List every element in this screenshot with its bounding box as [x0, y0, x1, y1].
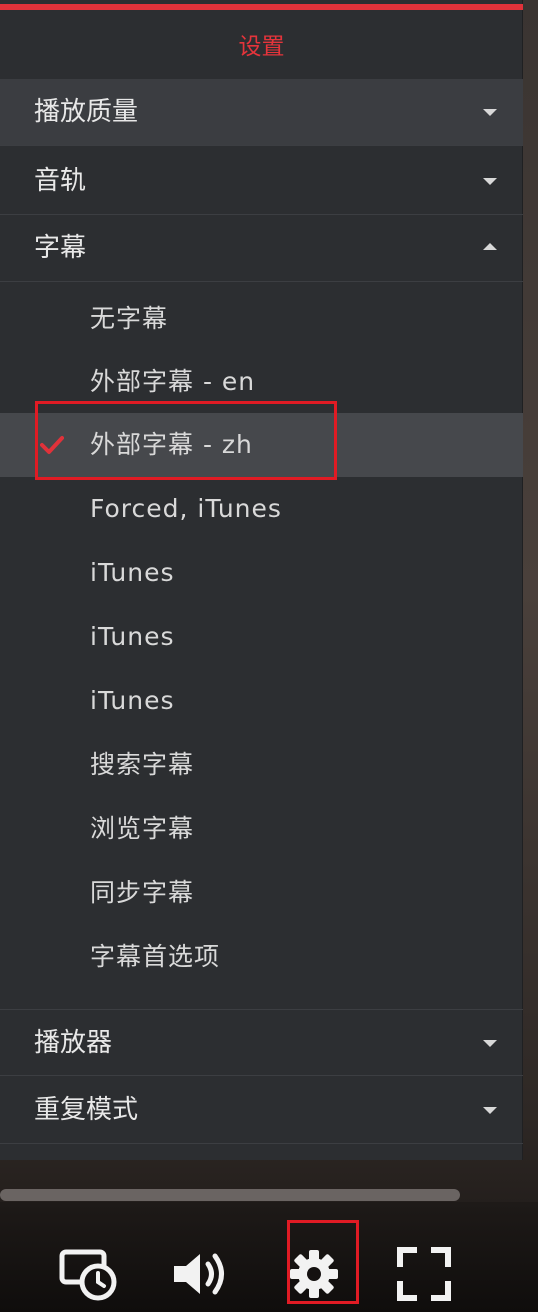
menu-item-label: 播放器: [34, 1028, 113, 1058]
cast-timer-icon[interactable]: [58, 1244, 118, 1304]
menu-item-player[interactable]: 播放器: [0, 1009, 523, 1076]
volume-icon[interactable]: [170, 1244, 230, 1304]
chevron-down-icon: [483, 109, 497, 116]
subtitle-option[interactable]: 无字幕: [0, 287, 523, 351]
panel-top-accent: [0, 4, 523, 10]
subtitle-option-label: 浏览字幕: [90, 814, 195, 843]
subtitle-option[interactable]: iTunes: [0, 669, 523, 733]
subtitle-option-label: 同步字幕: [90, 878, 195, 907]
subtitle-option-label: 无字幕: [90, 304, 169, 333]
subtitle-option-label: iTunes: [90, 622, 175, 651]
subtitle-option[interactable]: iTunes: [0, 541, 523, 605]
chevron-up-icon: [483, 243, 497, 250]
chevron-down-icon: [483, 178, 497, 185]
subtitle-option-label: 搜索字幕: [90, 750, 195, 779]
subtitle-preferences[interactable]: 字幕首选项: [0, 925, 523, 989]
menu-item-label: 播放质量: [34, 97, 139, 127]
subtitle-search[interactable]: 搜索字幕: [0, 733, 523, 797]
chevron-down-icon: [483, 1040, 497, 1047]
settings-panel: 设置 播放质量 音轨 字幕 无字幕 外部字幕 - en 外部字幕 - zh Fo…: [0, 0, 523, 1160]
selection-annotation-box: [35, 401, 337, 480]
chevron-down-icon: [483, 1107, 497, 1114]
subtitle-option-label: Forced, iTunes: [90, 494, 282, 523]
subtitle-option[interactable]: Forced, iTunes: [0, 477, 523, 541]
progress-bar[interactable]: [0, 1189, 460, 1201]
menu-item-label: 字幕: [34, 233, 87, 263]
menu-item-subtitles[interactable]: 字幕: [0, 215, 523, 282]
subtitle-sync[interactable]: 同步字幕: [0, 861, 523, 925]
subtitle-option-label: iTunes: [90, 558, 175, 587]
menu-item-label: 音轨: [34, 166, 87, 196]
menu-item-repeat-mode[interactable]: 重复模式: [0, 1077, 523, 1144]
menu-item-label: 重复模式: [34, 1095, 139, 1125]
subtitle-option-label: 字幕首选项: [90, 942, 221, 971]
subtitle-option-label: iTunes: [90, 686, 175, 715]
panel-title: 设置: [238, 34, 285, 60]
settings-annotation-box: [287, 1220, 359, 1304]
subtitle-browse[interactable]: 浏览字幕: [0, 797, 523, 861]
subtitle-option[interactable]: iTunes: [0, 605, 523, 669]
menu-item-playback-quality[interactable]: 播放质量: [0, 79, 523, 146]
menu-item-audio-track[interactable]: 音轨: [0, 148, 523, 215]
fullscreen-icon[interactable]: [394, 1244, 454, 1304]
